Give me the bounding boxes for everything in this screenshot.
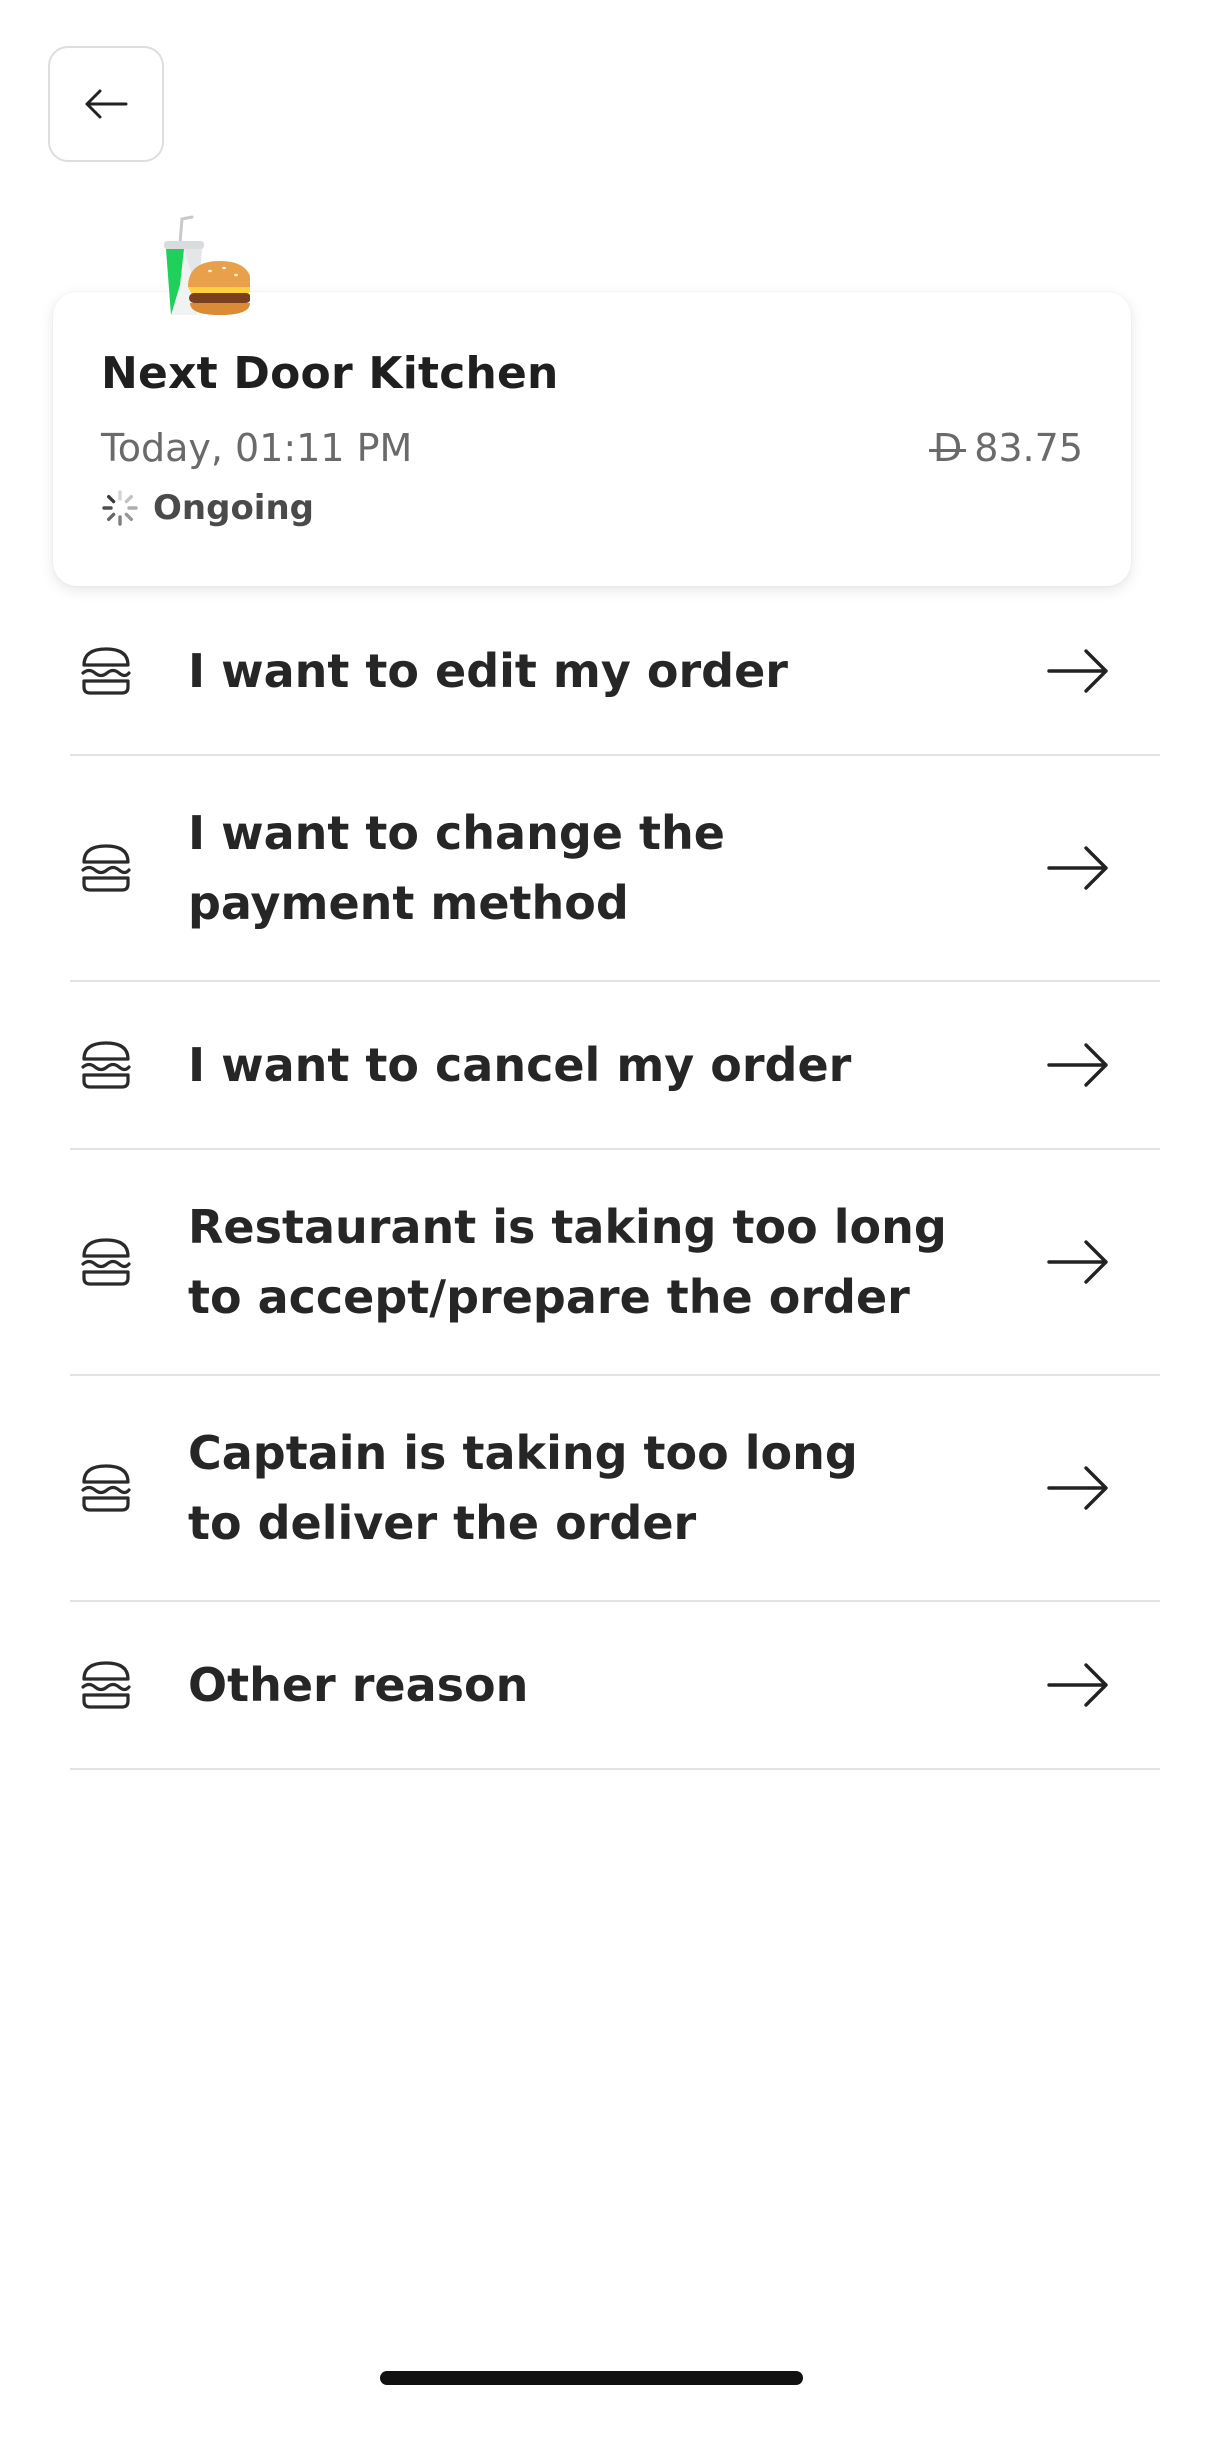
- order-summary-card[interactable]: Next Door Kitchen Today, 01:11 PM D 83.7…: [53, 292, 1131, 586]
- arrow-right-icon: [1047, 1663, 1108, 1707]
- reason-item-captain-slow[interactable]: Captain is taking too long to deliver th…: [70, 1376, 1160, 1602]
- reason-label: Other reason: [188, 1658, 529, 1712]
- spinner-icon: [102, 490, 138, 526]
- arrow-left-icon: [85, 89, 128, 119]
- burger-icon: [81, 1041, 131, 1089]
- status-label: Ongoing: [153, 488, 315, 528]
- reason-item-change-payment[interactable]: I want to change the payment method: [70, 756, 1160, 982]
- burger-icon: [81, 1238, 131, 1286]
- reason-item-other[interactable]: Other reason: [70, 1602, 1160, 1770]
- arrow-right-icon: [1047, 649, 1108, 693]
- drink-and-burger-icon: [164, 215, 250, 315]
- home-indicator[interactable]: [380, 2371, 803, 2385]
- burger-icon: [81, 1464, 131, 1512]
- reason-item-cancel-order[interactable]: I want to cancel my order: [70, 982, 1160, 1150]
- arrow-right-icon: [1047, 1043, 1108, 1087]
- order-price: D 83.75: [928, 426, 1083, 470]
- burger-icon: [81, 1661, 131, 1709]
- burger-icon: [81, 647, 131, 695]
- reason-label: I want to cancel my order: [188, 1038, 852, 1092]
- order-status: Ongoing: [101, 488, 314, 528]
- reason-label: Restaurant is taking too long to accept/…: [188, 1200, 947, 1324]
- order-amount: 83.75: [974, 426, 1083, 470]
- reason-item-edit-order[interactable]: I want to edit my order: [70, 588, 1160, 756]
- arrow-right-icon: [1047, 846, 1108, 890]
- arrow-right-icon: [1047, 1466, 1108, 1510]
- arrow-right-icon: [1047, 1240, 1108, 1284]
- reason-label: I want to change the payment method: [188, 806, 725, 930]
- reason-label: Captain is taking too long to deliver th…: [188, 1426, 858, 1550]
- burger-icon: [81, 844, 131, 892]
- reason-label: I want to edit my order: [188, 644, 788, 698]
- reason-item-restaurant-slow[interactable]: Restaurant is taking too long to accept/…: [70, 1150, 1160, 1376]
- help-reasons-list: I want to edit my order I want to change…: [70, 588, 1160, 1770]
- currency-symbol: D: [928, 426, 967, 470]
- back-button[interactable]: [48, 46, 164, 162]
- order-time: Today, 01:11 PM: [101, 426, 413, 470]
- restaurant-name: Next Door Kitchen: [101, 348, 559, 399]
